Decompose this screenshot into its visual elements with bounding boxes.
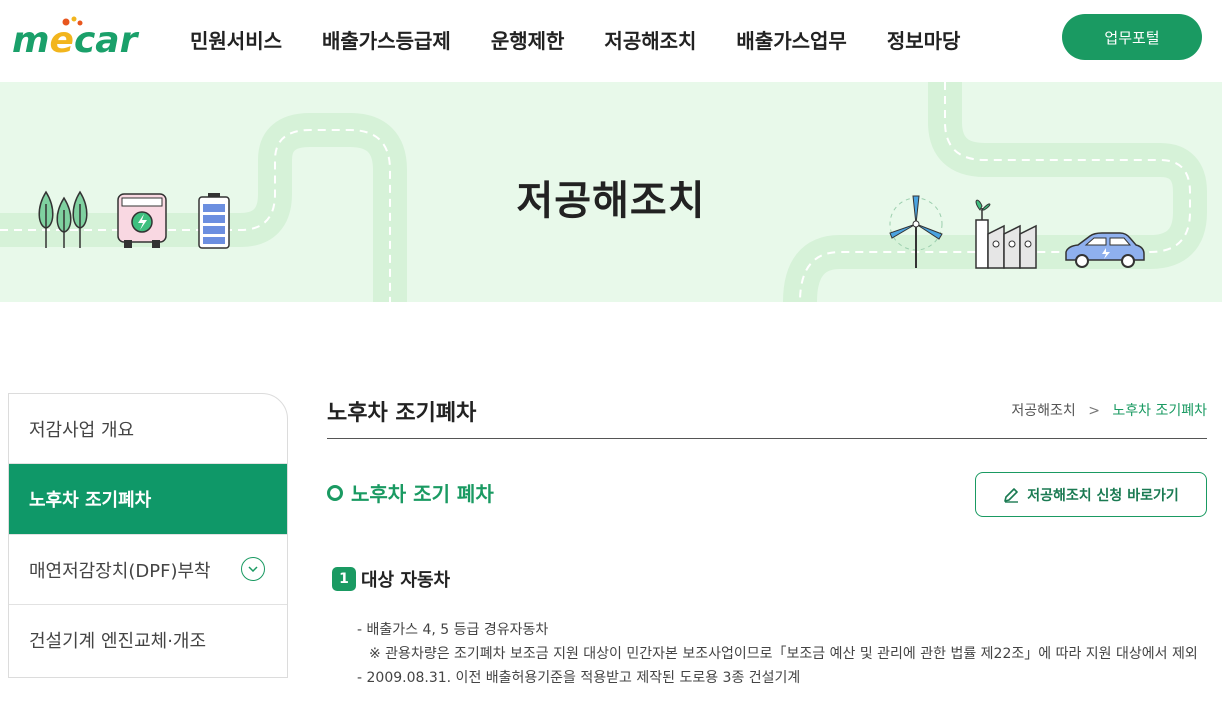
- side-item-engine-replace[interactable]: 건설기계 엔진교체·개조: [9, 605, 287, 675]
- breadcrumb-separator: >: [1088, 403, 1100, 419]
- ring-bullet-icon: [327, 484, 343, 501]
- wind-turbine-icon: [889, 195, 943, 268]
- side-menu: 저감사업 개요 노후차 조기폐차 매연저감장치(DPF)부착 건설기계 엔진교체…: [8, 393, 288, 678]
- pencil-icon: [1004, 487, 1019, 503]
- side-item-early-scrap[interactable]: 노후차 조기폐차: [9, 464, 287, 535]
- breadcrumb: 저공해조치 > 노후차 조기폐차: [1011, 400, 1207, 420]
- list-item: - 배출가스 4, 5 등급 경유자동차: [357, 622, 549, 638]
- nav-civil-service[interactable]: 민원서비스: [190, 25, 282, 54]
- title-divider: [327, 438, 1207, 439]
- nav-emission-grade[interactable]: 배출가스등급제: [322, 25, 451, 54]
- subsection-title: 대상 자동차: [361, 570, 451, 591]
- side-item-label: 노후차 조기폐차: [29, 490, 152, 511]
- svg-text:mecar: mecar: [12, 20, 140, 60]
- electric-car-icon: [1065, 232, 1145, 268]
- nav-low-emission[interactable]: 저공해조치: [604, 25, 696, 54]
- portal-button[interactable]: 업무포털: [1062, 14, 1202, 60]
- nav-driving-restriction[interactable]: 운행제한: [491, 25, 565, 54]
- subsection-heading: 1 대상 자동차: [332, 566, 450, 592]
- note-item: ※ 관용차량은 조기폐차 보조금 지원 대상이 민간자본 보조사업이므로「보조금…: [369, 646, 1198, 662]
- list-item: - 2009.08.31. 이전 배출허용기준을 적용받고 제작된 도로용 3종…: [357, 670, 801, 686]
- nav-emission-work[interactable]: 배출가스업무: [736, 25, 846, 54]
- hero-banner: 저공해조치: [0, 82, 1222, 302]
- number-badge: 1: [332, 567, 356, 591]
- side-item-label: 저감사업 개요: [29, 419, 135, 441]
- apply-shortcut-button[interactable]: 저공해조치 신청 바로가기: [975, 472, 1207, 517]
- side-item-label: 매연저감장치(DPF)부착: [29, 560, 211, 582]
- side-item-overview[interactable]: 저감사업 개요: [9, 394, 287, 464]
- main-nav: 민원서비스 배출가스등급제 운행제한 저공해조치 배출가스업무 정보마당: [190, 0, 1000, 78]
- side-item-dpf[interactable]: 매연저감장치(DPF)부착: [9, 535, 287, 605]
- apply-button-label: 저공해조치 신청 바로가기: [1027, 487, 1179, 504]
- site-header: mecar 민원서비스 배출가스등급제 운행제한 저공해조치 배출가스업무 정보…: [0, 0, 1222, 82]
- mecar-logo[interactable]: mecar: [10, 14, 160, 60]
- chevron-down-icon[interactable]: [241, 557, 265, 581]
- breadcrumb-parent[interactable]: 저공해조치: [1011, 403, 1075, 419]
- factory-icon: [975, 199, 1037, 269]
- nav-info[interactable]: 정보마당: [887, 25, 961, 54]
- section-title: 노후차 조기 폐차: [327, 478, 494, 507]
- side-item-label: 건설기계 엔진교체·개조: [29, 631, 207, 652]
- breadcrumb-current: 노후차 조기폐차: [1112, 403, 1207, 419]
- page-title: 노후차 조기폐차: [327, 401, 477, 426]
- target-vehicle-description: - 배출가스 4, 5 등급 경유자동차 ※ 관용차량은 조기폐차 보조금 지원…: [357, 618, 1202, 690]
- section-title-text: 노후차 조기 폐차: [351, 482, 494, 506]
